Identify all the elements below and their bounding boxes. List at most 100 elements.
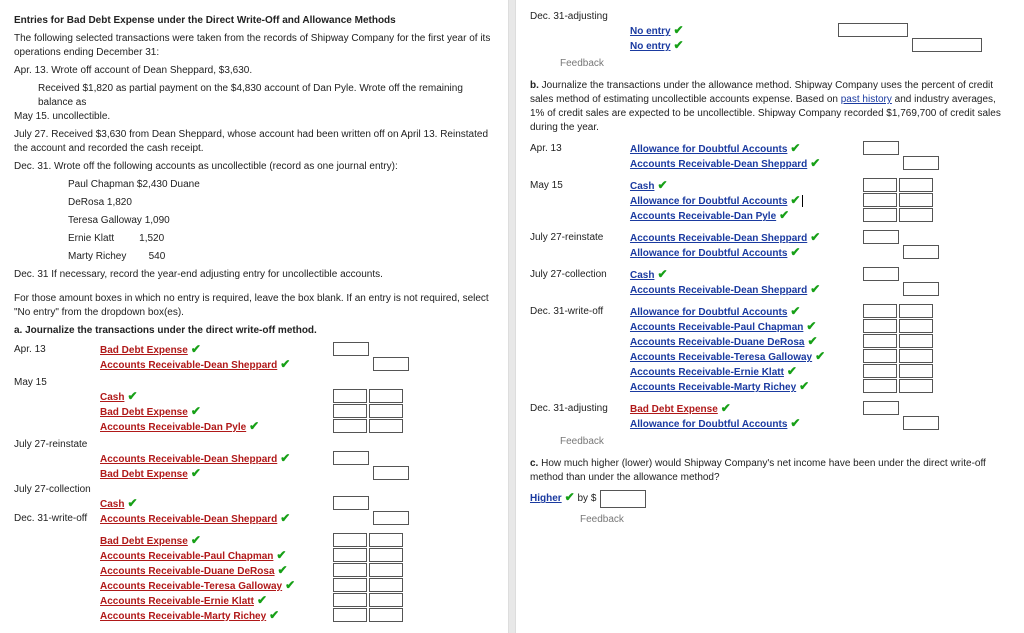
amount-input[interactable]	[369, 563, 403, 577]
acct-ada[interactable]: Allowance for Doubtful Accounts	[630, 144, 787, 155]
past-history-link[interactable]: past history	[841, 94, 892, 105]
amount-input[interactable]	[333, 548, 367, 562]
amount-input[interactable]	[863, 267, 899, 281]
amount-input[interactable]	[333, 496, 369, 510]
wo-list-e: Marty Richey 540	[68, 250, 494, 264]
amount-input[interactable]	[373, 511, 409, 525]
amount-input[interactable]	[863, 304, 897, 318]
acct-cash[interactable]: Cash	[630, 181, 654, 192]
amount-input[interactable]	[369, 548, 403, 562]
amount-input[interactable]	[863, 379, 897, 393]
date-jul27r: July 27-reinstate	[14, 439, 100, 450]
acct-noentry[interactable]: No entry	[630, 41, 671, 52]
check-icon: ✔	[790, 193, 800, 207]
amount-input[interactable]	[903, 245, 939, 259]
amount-input[interactable]	[903, 416, 939, 430]
amount-input[interactable]	[863, 349, 897, 363]
check-icon: ✔	[257, 593, 267, 607]
acct-ar-sheppard[interactable]: Accounts Receivable-Dean Sheppard	[100, 454, 277, 465]
acct-bde[interactable]: Bad Debt Expense	[100, 469, 188, 480]
amount-input[interactable]	[369, 419, 403, 433]
acct-ar-klatt[interactable]: Accounts Receivable-Ernie Klatt	[100, 596, 254, 607]
acct-cash[interactable]: Cash	[630, 270, 654, 281]
amount-input[interactable]	[369, 404, 403, 418]
amount-input[interactable]	[333, 419, 367, 433]
acct-ada[interactable]: Allowance for Doubtful Accounts	[630, 307, 787, 318]
amount-input[interactable]	[369, 593, 403, 607]
amount-input[interactable]	[899, 178, 933, 192]
acct-ar-pyle[interactable]: Accounts Receivable-Dan Pyle	[100, 422, 246, 433]
amount-input[interactable]	[863, 364, 897, 378]
amount-input[interactable]	[369, 389, 403, 403]
amount-input[interactable]	[899, 379, 933, 393]
acct-ar-chapman[interactable]: Accounts Receivable-Paul Chapman	[630, 322, 803, 333]
feedback-label: Feedback	[560, 436, 1010, 447]
acct-cash[interactable]: Cash	[100, 499, 124, 510]
acct-ar-sheppard[interactable]: Accounts Receivable-Dean Sheppard	[630, 285, 807, 296]
amount-input[interactable]	[903, 282, 939, 296]
amount-input[interactable]	[863, 141, 899, 155]
amount-input[interactable]	[899, 319, 933, 333]
amount-input[interactable]	[333, 533, 367, 547]
amount-input[interactable]	[333, 451, 369, 465]
acct-ar-klatt[interactable]: Accounts Receivable-Ernie Klatt	[630, 367, 784, 378]
acct-ar-derosa[interactable]: Accounts Receivable-Duane DeRosa	[630, 337, 805, 348]
acct-noentry[interactable]: No entry	[630, 26, 671, 37]
acct-ar-pyle[interactable]: Accounts Receivable-Dan Pyle	[630, 211, 776, 222]
acct-bde[interactable]: Bad Debt Expense	[100, 407, 188, 418]
amount-input[interactable]	[899, 208, 933, 222]
acct-ar-richey[interactable]: Accounts Receivable-Marty Richey	[100, 611, 266, 622]
amount-input[interactable]	[373, 357, 409, 371]
acct-bde[interactable]: Bad Debt Expense	[100, 536, 188, 547]
amount-input[interactable]	[369, 533, 403, 547]
wo-list-a: Paul Chapman $2,430 Duane	[68, 178, 494, 192]
amount-input[interactable]	[333, 404, 367, 418]
acct-ar-derosa[interactable]: Accounts Receivable-Duane DeRosa	[100, 566, 275, 577]
acct-ar-galloway[interactable]: Accounts Receivable-Teresa Galloway	[100, 581, 282, 592]
amount-input[interactable]	[333, 389, 367, 403]
amount-input[interactable]	[912, 38, 982, 52]
acct-bde[interactable]: Bad Debt Expense	[630, 404, 718, 415]
acct-ada[interactable]: Allowance for Doubtful Accounts	[630, 419, 787, 430]
amount-input[interactable]	[373, 466, 409, 480]
amount-input[interactable]	[333, 342, 369, 356]
part-c-answer: Higher✔ by $	[530, 489, 1010, 507]
amount-input[interactable]	[863, 208, 897, 222]
acct-ada[interactable]: Allowance for Doubtful Accounts	[630, 196, 787, 207]
amount-input[interactable]	[899, 334, 933, 348]
amount-input[interactable]	[863, 178, 897, 192]
acct-ar-richey[interactable]: Accounts Receivable-Marty Richey	[630, 382, 796, 393]
amount-input[interactable]	[333, 578, 367, 592]
amount-input[interactable]	[600, 490, 646, 508]
acct-ar-sheppard[interactable]: Accounts Receivable-Dean Sheppard	[630, 233, 807, 244]
amount-input[interactable]	[863, 401, 899, 415]
amount-input[interactable]	[333, 563, 367, 577]
acct-ar-sheppard[interactable]: Accounts Receivable-Dean Sheppard	[100, 360, 277, 371]
intro-text: The following selected transactions were…	[14, 32, 494, 60]
acct-cash[interactable]: Cash	[100, 392, 124, 403]
wo-list-b: DeRosa 1,820	[68, 196, 494, 210]
acct-ar-galloway[interactable]: Accounts Receivable-Teresa Galloway	[630, 352, 812, 363]
amount-input[interactable]	[863, 230, 899, 244]
check-icon: ✔	[657, 178, 667, 192]
amount-input[interactable]	[899, 364, 933, 378]
amount-input[interactable]	[863, 193, 897, 207]
amount-input[interactable]	[333, 608, 367, 622]
acct-ar-chapman[interactable]: Accounts Receivable-Paul Chapman	[100, 551, 273, 562]
acct-ar-sheppard[interactable]: Accounts Receivable-Dean Sheppard	[100, 514, 277, 525]
amount-input[interactable]	[369, 578, 403, 592]
acct-ada[interactable]: Allowance for Doubtful Accounts	[630, 248, 787, 259]
acct-ar-sheppard[interactable]: Accounts Receivable-Dean Sheppard	[630, 159, 807, 170]
amount-input[interactable]	[333, 593, 367, 607]
amount-input[interactable]	[369, 608, 403, 622]
higher-select[interactable]: Higher	[530, 493, 562, 504]
amount-input[interactable]	[899, 349, 933, 363]
amount-input[interactable]	[899, 304, 933, 318]
acct-bde[interactable]: Bad Debt Expense	[100, 345, 188, 356]
amount-input[interactable]	[863, 334, 897, 348]
check-icon: ✔	[810, 282, 820, 296]
amount-input[interactable]	[863, 319, 897, 333]
amount-input[interactable]	[899, 193, 933, 207]
amount-input[interactable]	[838, 23, 908, 37]
amount-input[interactable]	[903, 156, 939, 170]
